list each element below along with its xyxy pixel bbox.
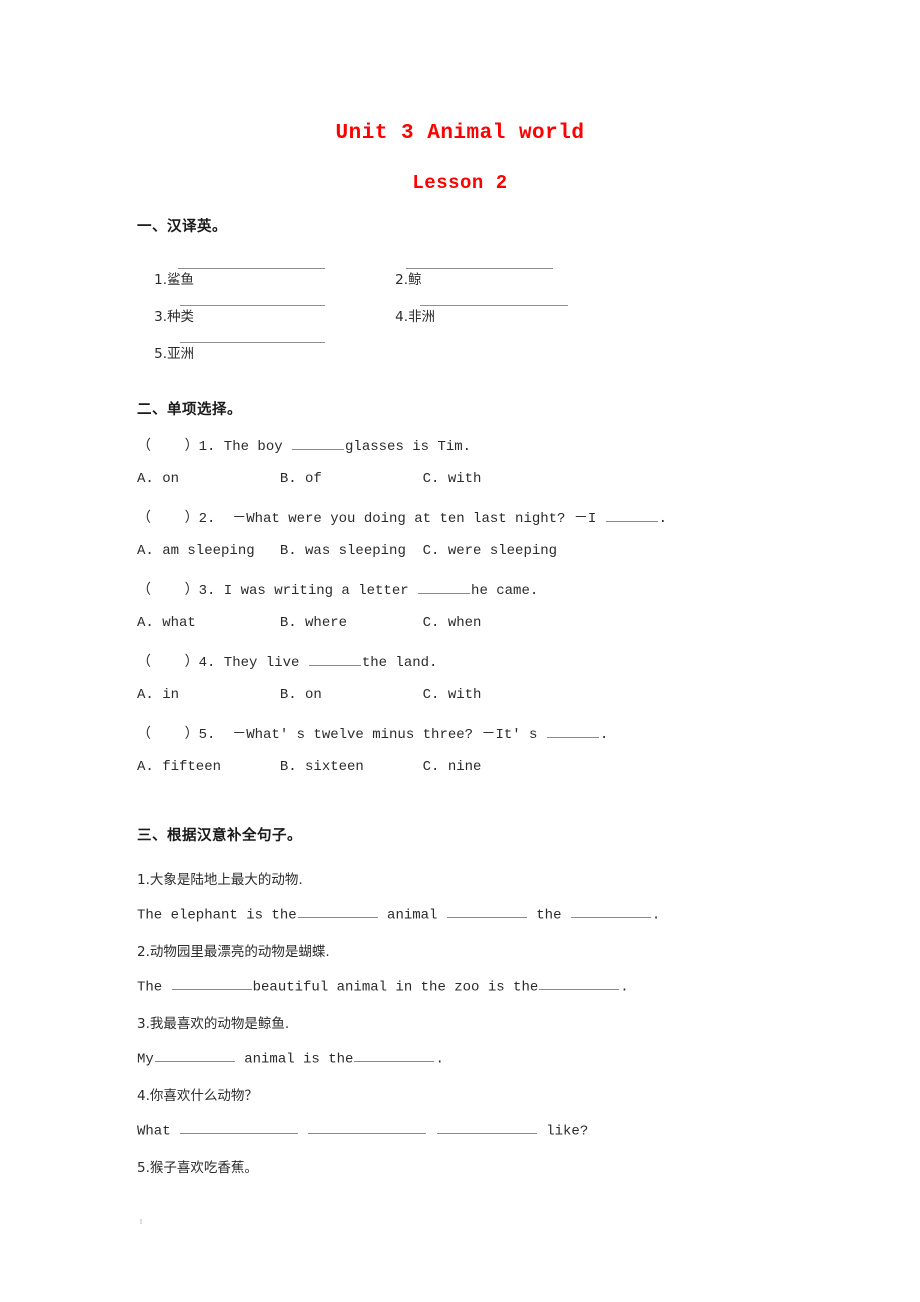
vocab-blank-5[interactable] bbox=[180, 342, 325, 343]
question-2-5-stem: （ ）5. －What' s twelve minus three? －It' … bbox=[137, 723, 608, 743]
vocab-item-2-number: 2. bbox=[395, 272, 409, 288]
sentence-item-4-blank-2[interactable] bbox=[308, 1120, 427, 1135]
vocab-blank-1[interactable] bbox=[178, 268, 325, 269]
sentence-item-4-blank-3[interactable] bbox=[436, 1120, 537, 1135]
sentence-item-4-part-2 bbox=[427, 1123, 435, 1139]
section-heading-3: 三、根据汉意补全句子。 bbox=[137, 828, 302, 844]
vocab-item-4: 4.非洲 bbox=[378, 289, 435, 341]
sentence-item-1-blank-2[interactable] bbox=[446, 904, 527, 919]
vocab-blank-2[interactable] bbox=[406, 268, 553, 269]
worksheet-page: Unit 3 Animal world Lesson 2 一、汉译英。 1.鲨鱼… bbox=[0, 0, 920, 1302]
vocab-item-1-number: 1. bbox=[154, 272, 168, 288]
question-2-5-stem-pre: （ ）5. －What' s twelve minus three? －It' … bbox=[137, 727, 546, 743]
vocab-item-4-word: 非洲 bbox=[408, 309, 436, 325]
sentence-item-3-chinese: 3.我最喜欢的动物是鲸鱼. bbox=[137, 1016, 290, 1032]
question-2-4-blank[interactable] bbox=[308, 652, 361, 666]
sentence-item-3-blank-2[interactable] bbox=[354, 1048, 435, 1063]
sentence-item-4-chinese: 4.你喜欢什么动物？ bbox=[137, 1088, 258, 1104]
page-subtitle: Lesson 2 bbox=[412, 172, 508, 194]
question-2-3-stem: （ ）3. I was writing a letter he came. bbox=[137, 579, 538, 599]
sentence-item-4-part-0: What bbox=[137, 1123, 180, 1140]
vocab-blank-3[interactable] bbox=[180, 305, 325, 306]
question-2-4-stem-post: the land. bbox=[361, 655, 438, 671]
sentence-item-2-blank-1[interactable] bbox=[171, 976, 252, 991]
vocab-item-5-word: 亚洲 bbox=[167, 346, 195, 362]
sentence-item-1-chinese: 1.大象是陆地上最大的动物. bbox=[137, 872, 303, 888]
sentence-item-1-english: The elephant is the animal the . bbox=[137, 904, 660, 923]
vocab-item-5: 5.亚洲 bbox=[137, 326, 194, 378]
sentence-item-2-blank-2[interactable] bbox=[539, 976, 620, 991]
sentence-item-3-part-0: My bbox=[137, 1051, 154, 1068]
question-2-4-stem-pre: （ ）4. They live bbox=[137, 655, 308, 671]
sentence-item-2-part-0: The bbox=[137, 979, 171, 996]
question-2-1-blank[interactable] bbox=[292, 436, 345, 450]
vocab-item-2-word: 鲸 bbox=[408, 272, 422, 288]
question-2-1-stem: （ ）1. The boy glasses is Tim. bbox=[137, 435, 471, 455]
question-2-3-stem-post: he came. bbox=[471, 583, 539, 599]
sentence-item-1-part-0: The elephant is the bbox=[137, 907, 297, 924]
question-2-2-blank[interactable] bbox=[605, 508, 658, 522]
sentence-item-3-blank-1[interactable] bbox=[154, 1048, 235, 1063]
question-2-3-options[interactable]: A. what B. where C. when bbox=[137, 615, 481, 631]
vocab-blank-4[interactable] bbox=[420, 305, 568, 306]
sentence-item-1-part-3: . bbox=[651, 907, 661, 924]
question-2-5-options[interactable]: A. fifteen B. sixteen C. nine bbox=[137, 759, 481, 775]
question-2-2-stem-pre: （ ）2. －What were you doing at ten last n… bbox=[137, 511, 605, 527]
sentence-item-5-chinese: 5.猴子喜欢吃香蕉。 bbox=[137, 1160, 258, 1176]
sentence-item-4-part-3: like? bbox=[537, 1123, 589, 1140]
sentence-item-2-english: The beautiful animal in the zoo is the. bbox=[137, 976, 629, 995]
question-2-5-stem-post: . bbox=[599, 727, 609, 743]
question-2-3-stem-pre: （ ）3. I was writing a letter bbox=[137, 583, 418, 599]
sentence-item-2-part-2: . bbox=[620, 979, 629, 996]
sentence-item-3-english: My animal is the. bbox=[137, 1048, 444, 1067]
sentence-item-1-part-2: the bbox=[527, 907, 570, 924]
vocab-item-1-word: 鲨鱼 bbox=[167, 272, 195, 288]
question-2-2-options[interactable]: A. am sleeping B. was sleeping C. were s… bbox=[137, 543, 557, 559]
section-heading-1: 一、汉译英。 bbox=[137, 219, 227, 235]
question-2-4-stem: （ ）4. They live the land. bbox=[137, 651, 437, 671]
sentence-item-1-blank-3[interactable] bbox=[570, 904, 651, 919]
vocab-item-3-word: 种类 bbox=[167, 309, 195, 325]
question-2-1-stem-post: glasses is Tim. bbox=[345, 439, 472, 455]
section-heading-2: 二、单项选择。 bbox=[137, 402, 242, 418]
question-2-3-blank[interactable] bbox=[418, 580, 471, 594]
sentence-item-1-blank-1[interactable] bbox=[297, 904, 378, 919]
question-2-5-blank[interactable] bbox=[546, 724, 599, 738]
sentence-item-1-part-1: animal bbox=[378, 907, 446, 924]
vocab-item-5-number: 5. bbox=[154, 346, 168, 362]
sentence-item-2-chinese: 2.动物园里最漂亮的动物是蝴蝶. bbox=[137, 944, 330, 960]
vocab-item-3-number: 3. bbox=[154, 309, 168, 325]
page-artifact-mark bbox=[140, 1219, 142, 1224]
question-2-2-stem-post: . bbox=[658, 511, 668, 527]
page-title: Unit 3 Animal world bbox=[335, 122, 585, 145]
vocab-item-4-number: 4. bbox=[395, 309, 409, 325]
question-2-1-options[interactable]: A. on B. of C. with bbox=[137, 471, 481, 487]
sentence-item-4-english: What like? bbox=[137, 1120, 588, 1139]
sentence-item-3-part-1: animal is the bbox=[235, 1051, 354, 1068]
question-2-4-options[interactable]: A. in B. on C. with bbox=[137, 687, 481, 703]
sentence-item-4-blank-1[interactable] bbox=[180, 1120, 299, 1135]
question-2-1-stem-pre: （ ）1. The boy bbox=[137, 439, 292, 455]
sentence-item-3-part-2: . bbox=[435, 1051, 444, 1068]
question-2-2-stem: （ ）2. －What were you doing at ten last n… bbox=[137, 507, 667, 527]
sentence-item-2-part-1: beautiful animal in the zoo is the bbox=[252, 979, 539, 996]
sentence-item-4-part-1 bbox=[299, 1123, 307, 1139]
